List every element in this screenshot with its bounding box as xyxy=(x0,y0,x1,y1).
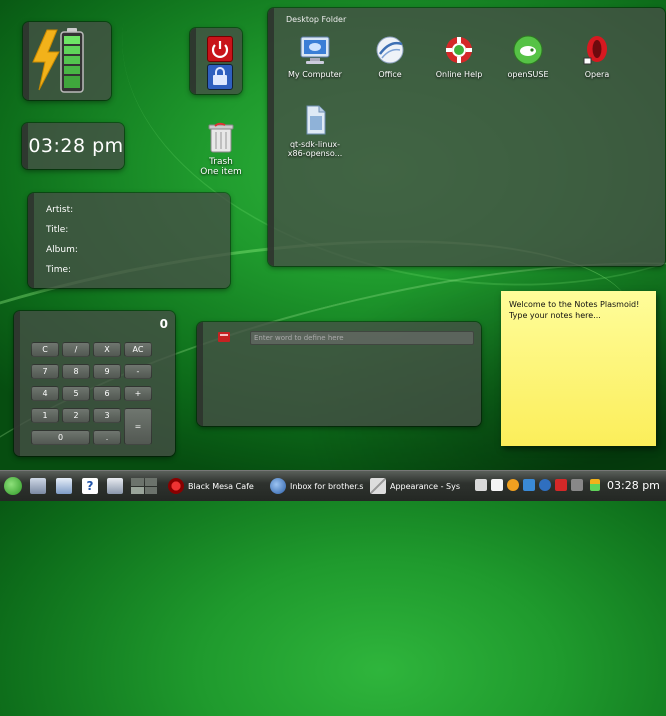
calc-key-multiply[interactable]: X xyxy=(93,342,121,357)
system-icon[interactable] xyxy=(30,478,46,494)
artist-label: Artist: xyxy=(46,205,74,215)
dictionary-widget xyxy=(197,322,481,426)
file-manager-icon[interactable] xyxy=(56,478,72,494)
calc-key-8[interactable]: 8 xyxy=(62,364,90,379)
bluetooth-icon[interactable] xyxy=(539,479,551,491)
note-text[interactable]: Welcome to the Notes Plasmoid! Type your… xyxy=(509,299,649,321)
task-inbox[interactable]: Inbox for brother.s xyxy=(270,475,368,497)
folder-item-label: openSUSE xyxy=(507,70,549,79)
calc-key-plus[interactable]: + xyxy=(124,386,152,401)
folder-item-label: Opera xyxy=(584,70,610,79)
pager[interactable] xyxy=(131,478,157,494)
dictionary-search-input[interactable] xyxy=(250,331,474,345)
battery-icon xyxy=(32,28,84,93)
lock-screen-button[interactable] xyxy=(207,64,233,90)
battery-widget[interactable] xyxy=(23,22,111,100)
task-label: Inbox for brother.s xyxy=(290,481,364,491)
folder-item-opera[interactable]: Opera xyxy=(564,34,630,79)
mail-icon xyxy=(270,478,286,494)
battery-tray-icon[interactable] xyxy=(590,479,600,491)
file-icon xyxy=(299,104,331,136)
pager-desktop[interactable] xyxy=(144,486,157,494)
time-label: Time: xyxy=(46,265,72,275)
trash-desktop-item[interactable]: Trash One item xyxy=(196,122,246,177)
taskbar: ? Black Mesa Cafe Inbox for brother.s Ap… xyxy=(0,470,666,501)
calc-key-3[interactable]: 3 xyxy=(93,408,121,423)
task-black-mesa-cafe[interactable]: Black Mesa Cafe xyxy=(168,475,268,497)
help-icon[interactable]: ? xyxy=(82,478,98,494)
folder-view-title: Desktop Folder xyxy=(286,15,347,24)
calc-key-clear[interactable]: C xyxy=(31,342,59,357)
taskbar-clock[interactable]: 03:28 pm xyxy=(607,479,660,492)
pager-desktop[interactable] xyxy=(131,486,144,494)
now-playing-widget: Artist: Title: Album: Time: xyxy=(28,193,230,288)
digital-clock[interactable]: 03:28 pm xyxy=(22,123,124,169)
calc-key-2[interactable]: 2 xyxy=(62,408,90,423)
sticky-note[interactable]: Welcome to the Notes Plasmoid! Type your… xyxy=(501,291,656,446)
calculator-display: 0 xyxy=(159,317,168,331)
desktop-icon[interactable] xyxy=(107,478,123,494)
folder-item-label: My Computer xyxy=(288,70,342,79)
note-line: Welcome to the Notes Plasmoid! xyxy=(509,300,640,309)
calc-key-1[interactable]: 1 xyxy=(31,408,59,423)
calc-key-5[interactable]: 5 xyxy=(62,386,90,401)
folder-item-label: Office xyxy=(378,70,402,79)
power-icon xyxy=(211,41,229,58)
trash-status: One item xyxy=(200,167,242,177)
note-line: Type your notes here... xyxy=(509,311,601,320)
title-label: Title: xyxy=(46,225,69,235)
trash-icon xyxy=(208,122,234,153)
task-appearance[interactable]: Appearance - Sys xyxy=(370,475,468,497)
network-icon[interactable] xyxy=(523,479,535,491)
help-lifebuoy-icon xyxy=(443,34,475,66)
computer-icon xyxy=(299,34,331,66)
pager-desktop[interactable] xyxy=(131,478,144,486)
update-icon[interactable] xyxy=(507,479,519,491)
opera-tray-icon[interactable] xyxy=(555,479,567,491)
task-label: Appearance - Sys xyxy=(390,481,460,491)
calc-key-6[interactable]: 6 xyxy=(93,386,121,401)
desktop-folder-view: Desktop Folder My Computer Office Online… xyxy=(268,8,665,266)
office-icon xyxy=(374,34,406,66)
calc-key-all-clear[interactable]: AC xyxy=(124,342,152,357)
lock-icon xyxy=(213,67,227,85)
opera-icon xyxy=(581,34,613,66)
trash-label: Trash xyxy=(209,157,233,167)
folder-item-my-computer[interactable]: My Computer xyxy=(282,34,348,79)
album-label: Album: xyxy=(46,245,78,255)
folder-item-qt-sdk[interactable]: qt-sdk-linux-x86-openso... xyxy=(282,104,348,158)
folder-item-label: qt-sdk-linux-x86-openso... xyxy=(287,140,343,158)
volume-icon[interactable] xyxy=(475,479,487,491)
task-label: Black Mesa Cafe xyxy=(188,481,254,491)
calc-key-7[interactable]: 7 xyxy=(31,364,59,379)
calc-key-equals[interactable]: = xyxy=(124,408,152,445)
browser-icon xyxy=(168,478,184,494)
folder-item-label: Online Help xyxy=(435,70,483,79)
logout-button[interactable] xyxy=(207,36,233,62)
clock-time: 03:28 pm xyxy=(28,135,124,157)
clipboard-icon[interactable] xyxy=(491,479,503,491)
opensuse-icon xyxy=(512,34,544,66)
calc-key-minus[interactable]: - xyxy=(124,364,152,379)
calc-key-9[interactable]: 9 xyxy=(93,364,121,379)
calc-key-0[interactable]: 0 xyxy=(31,430,90,445)
tools-icon xyxy=(370,478,386,494)
kickoff-menu-icon[interactable] xyxy=(4,477,22,495)
calc-key-decimal[interactable]: . xyxy=(93,430,121,445)
folder-item-online-help[interactable]: Online Help xyxy=(426,34,492,79)
calc-key-4[interactable]: 4 xyxy=(31,386,59,401)
folder-item-opensuse[interactable]: openSUSE xyxy=(495,34,561,79)
folder-item-office[interactable]: Office xyxy=(357,34,423,79)
calculator-widget: 0 C / X AC 7 8 9 - 4 5 6 + 1 2 3 = 0 . xyxy=(14,311,175,456)
dictionary-book-icon xyxy=(218,332,230,342)
device-notifier-icon[interactable] xyxy=(571,479,583,491)
pager-desktop[interactable] xyxy=(144,478,157,486)
calc-key-divide[interactable]: / xyxy=(62,342,90,357)
lock-logout-widget xyxy=(190,28,242,94)
